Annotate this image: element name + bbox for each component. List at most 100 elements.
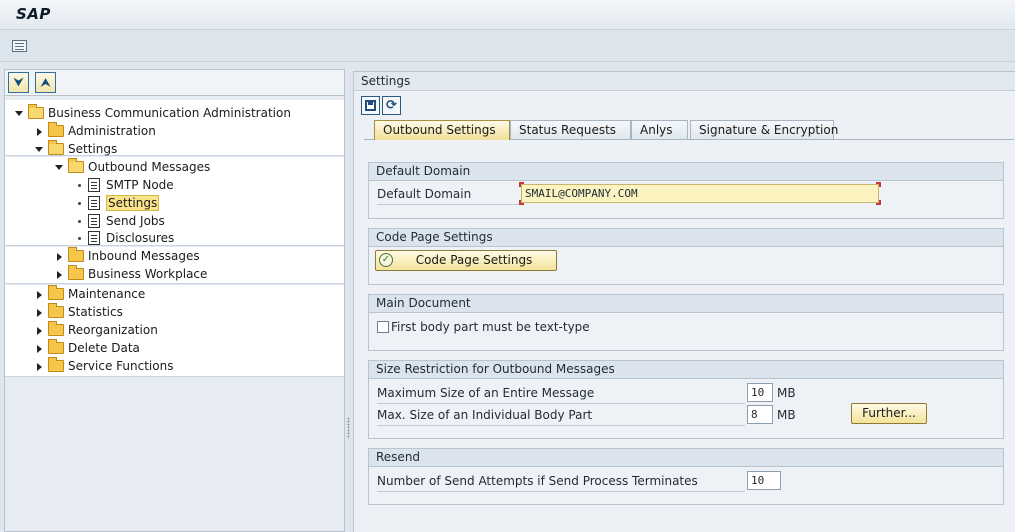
folder-icon: [48, 285, 64, 300]
tree-section-outbound: Outbound Messages SMTP Node Settings Sen…: [5, 157, 344, 246]
tab-status-requests[interactable]: Status Requests: [510, 120, 631, 140]
save-icon: [365, 100, 376, 111]
group-main-document: Main Document First body part must be te…: [368, 294, 1004, 351]
text-type-checkbox-label: First body part must be text-type: [391, 320, 590, 334]
group-size-restriction: Size Restriction for Outbound Messages M…: [368, 360, 1004, 439]
expanded-arrow-icon[interactable]: [15, 109, 24, 118]
folder-icon: [48, 303, 64, 318]
collapsed-arrow-icon[interactable]: [35, 127, 44, 136]
required-corner-icon: [876, 182, 881, 187]
tree-item-root[interactable]: Business Communication Administration: [5, 104, 344, 122]
label-underline: [377, 425, 745, 426]
execute-icon: ✓: [379, 253, 393, 267]
group-default-domain: Default Domain Default Domain SMAIL@COMP…: [368, 162, 1004, 219]
max-part-size-input[interactable]: 8: [747, 405, 773, 424]
default-domain-input[interactable]: SMAIL@COMPANY.COM: [521, 184, 879, 203]
max-message-size-unit: MB: [777, 386, 796, 400]
max-message-size-label: Maximum Size of an Entire Message: [377, 386, 595, 400]
tree-section-root: Business Communication Administration Ad…: [5, 100, 344, 156]
tree-item-statistics[interactable]: Statistics: [5, 303, 344, 321]
tab-signature-encryption[interactable]: Signature & Encryption: [690, 120, 838, 140]
selected-tree-label[interactable]: Settings: [106, 195, 160, 211]
document-icon: [88, 178, 100, 192]
folder-icon: [48, 321, 64, 336]
open-folder-icon: [68, 158, 84, 173]
document-icon: [88, 214, 100, 228]
tab-outbound-settings[interactable]: Outbound Settings: [374, 120, 510, 140]
collapse-all-icon[interactable]: ⮝: [35, 72, 56, 93]
menu-icon[interactable]: [12, 40, 27, 52]
tab-anlys[interactable]: Anlys: [631, 120, 688, 140]
settings-panel: Settings ⟳ Outbound Settings Status Requ…: [353, 71, 1015, 532]
application-toolbar: [0, 31, 1015, 62]
tree-item-delete-data[interactable]: Delete Data: [5, 339, 344, 357]
tree-toolbar: ⮟ ⮝: [5, 70, 344, 96]
group-heading: Size Restriction for Outbound Messages: [369, 361, 1003, 379]
collapsed-arrow-icon[interactable]: [35, 326, 44, 335]
navigation-panel: ⮟ ⮝ Business Communication Administratio…: [4, 69, 345, 532]
tree-item-administration[interactable]: Administration: [5, 122, 344, 140]
tree-item-reorganization[interactable]: Reorganization: [5, 321, 344, 339]
send-attempts-input[interactable]: 10: [747, 471, 781, 490]
folder-icon: [68, 247, 84, 262]
group-heading: Default Domain: [369, 163, 1003, 181]
max-part-size-label: Max. Size of an Individual Body Part: [377, 408, 593, 422]
folder-icon: [48, 122, 64, 137]
navigation-tree: Business Communication Administration Ad…: [5, 100, 344, 531]
folder-icon: [48, 339, 64, 354]
tree-item-business-workplace[interactable]: Business Workplace: [5, 265, 344, 283]
tree-item-outbound-settings[interactable]: Settings: [5, 194, 344, 212]
required-corner-icon: [876, 200, 881, 205]
app-title: SAP: [16, 5, 51, 23]
send-attempts-label: Number of Send Attempts if Send Process …: [377, 474, 698, 488]
tree-item-send-jobs[interactable]: Send Jobs: [5, 212, 344, 230]
group-heading: Resend: [369, 449, 1003, 467]
document-icon: [88, 231, 100, 245]
expanded-arrow-icon[interactable]: [55, 163, 64, 172]
default-domain-label: Default Domain: [377, 187, 472, 201]
label-underline: [377, 403, 745, 404]
collapsed-arrow-icon[interactable]: [35, 362, 44, 371]
code-page-settings-button[interactable]: ✓ Code Page Settings: [375, 250, 557, 271]
refresh-button[interactable]: ⟳: [382, 96, 401, 115]
group-resend: Resend Number of Send Attempts if Send P…: [368, 448, 1004, 505]
folder-icon: [68, 265, 84, 280]
collapsed-arrow-icon[interactable]: [35, 308, 44, 317]
tree-item-maintenance[interactable]: Maintenance: [5, 285, 344, 303]
open-folder-icon: [28, 104, 44, 119]
collapsed-arrow-icon[interactable]: [35, 344, 44, 353]
save-button[interactable]: [361, 96, 380, 115]
open-folder-icon: [48, 140, 64, 155]
collapsed-arrow-icon[interactable]: [55, 252, 64, 261]
collapsed-arrow-icon[interactable]: [55, 270, 64, 279]
required-corner-icon: [519, 200, 524, 205]
bullet-icon: [75, 217, 84, 226]
max-message-size-input[interactable]: 10: [747, 383, 773, 402]
collapsed-arrow-icon[interactable]: [35, 290, 44, 299]
expand-all-icon[interactable]: ⮟: [8, 72, 29, 93]
code-page-button-label: Code Page Settings: [415, 253, 533, 267]
tree-item-disclosures[interactable]: Disclosures: [5, 229, 344, 247]
tree-item-smtp-node[interactable]: SMTP Node: [5, 176, 344, 194]
tree-item-settings[interactable]: Settings: [5, 140, 344, 158]
tree-section-other: Maintenance Statistics Reorganization De…: [5, 285, 344, 377]
expanded-arrow-icon[interactable]: [35, 145, 44, 154]
further-button[interactable]: Further...: [851, 403, 927, 424]
title-bar: SAP: [0, 0, 1015, 30]
bullet-icon: [75, 234, 84, 243]
group-code-page: Code Page Settings ✓ Code Page Settings: [368, 228, 1004, 285]
group-heading: Code Page Settings: [369, 229, 1003, 247]
splitter-grip-icon[interactable]: [347, 417, 350, 439]
group-heading: Main Document: [369, 295, 1003, 313]
tree-item-inbound-messages[interactable]: Inbound Messages: [5, 247, 344, 265]
text-type-checkbox[interactable]: [377, 321, 389, 333]
tree-item-service-functions[interactable]: Service Functions: [5, 357, 344, 375]
panel-splitter[interactable]: [345, 69, 353, 532]
required-corner-icon: [519, 182, 524, 187]
bullet-icon: [75, 199, 84, 208]
bullet-icon: [75, 181, 84, 190]
label-underline: [377, 204, 519, 205]
max-part-size-unit: MB: [777, 408, 796, 422]
panel-title: Settings: [354, 72, 1015, 91]
tree-item-outbound-messages[interactable]: Outbound Messages: [5, 158, 344, 176]
